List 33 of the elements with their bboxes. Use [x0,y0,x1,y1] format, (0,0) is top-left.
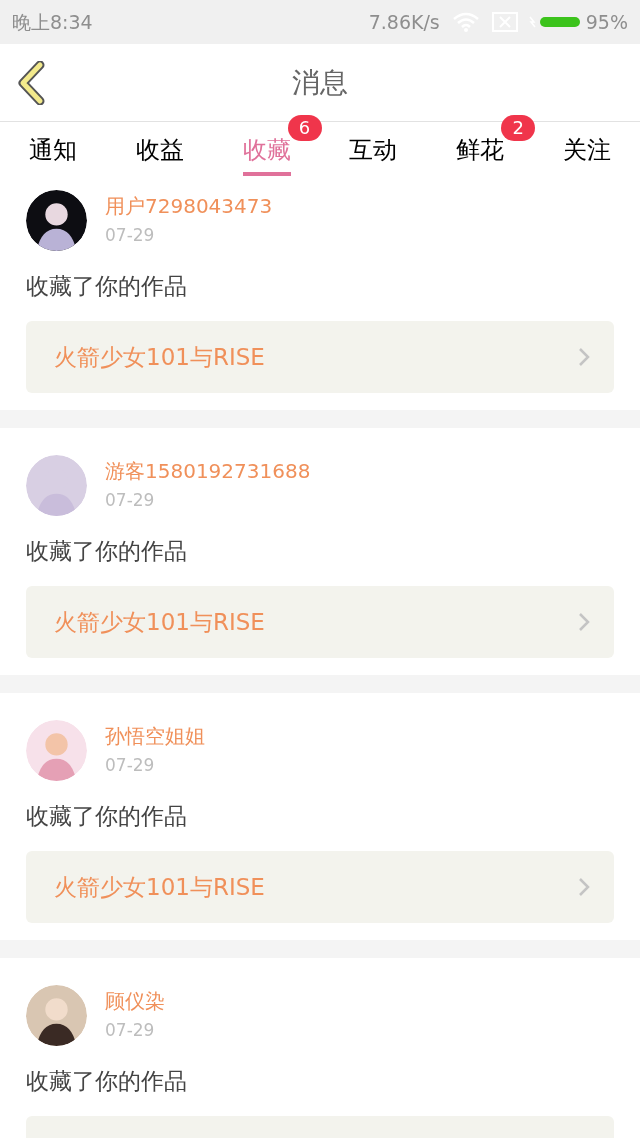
chevron-right-icon [578,612,590,632]
back-icon [18,60,46,105]
message-date: 07-29 [105,224,156,247]
chevron-right-icon [578,347,590,367]
user-name[interactable]: 顾仪染 [105,987,165,1015]
work-card[interactable]: 火箭少女101与RISE [26,321,614,393]
network-speed: 7.86K/s [368,9,440,35]
user-name[interactable]: 孙悟空姐姐 [105,722,205,750]
user-name[interactable]: 游客1580192731688 [105,457,311,485]
battery-percent: 95% [585,9,628,35]
work-title: 火箭少女101与RISE [54,607,266,637]
page-title: 消息 [292,64,348,101]
battery-icon [527,15,580,29]
tab[interactable]: 通知 [29,132,77,176]
message-date: 07-29 [105,754,156,777]
status-time: 晚上8:34 [12,9,93,35]
message-date: 07-29 [105,489,156,512]
tab[interactable]: 互动 [349,132,398,176]
message-date: 07-29 [105,1019,156,1042]
count-badge: 2 [501,115,536,141]
message-text: 收藏了你的作品 [26,1067,188,1096]
work-title: 火箭少女101与RISE [54,872,266,902]
message-text: 收藏了你的作品 [26,272,188,301]
message-text: 收藏了你的作品 [26,537,188,566]
work-title: 火箭少女101与RISE [54,342,266,372]
count-badge: 6 [287,115,322,141]
message-text: 收藏了你的作品 [26,802,188,831]
tab[interactable]: 收益 [135,132,184,176]
tab[interactable]: 关注 [563,132,611,176]
chevron-right-icon [578,877,590,897]
user-name[interactable]: 用户7298043473 [105,192,273,220]
work-card[interactable]: 火箭少女101与RISE [26,851,614,923]
work-card[interactable]: 火箭少女101与RISE [26,586,614,658]
